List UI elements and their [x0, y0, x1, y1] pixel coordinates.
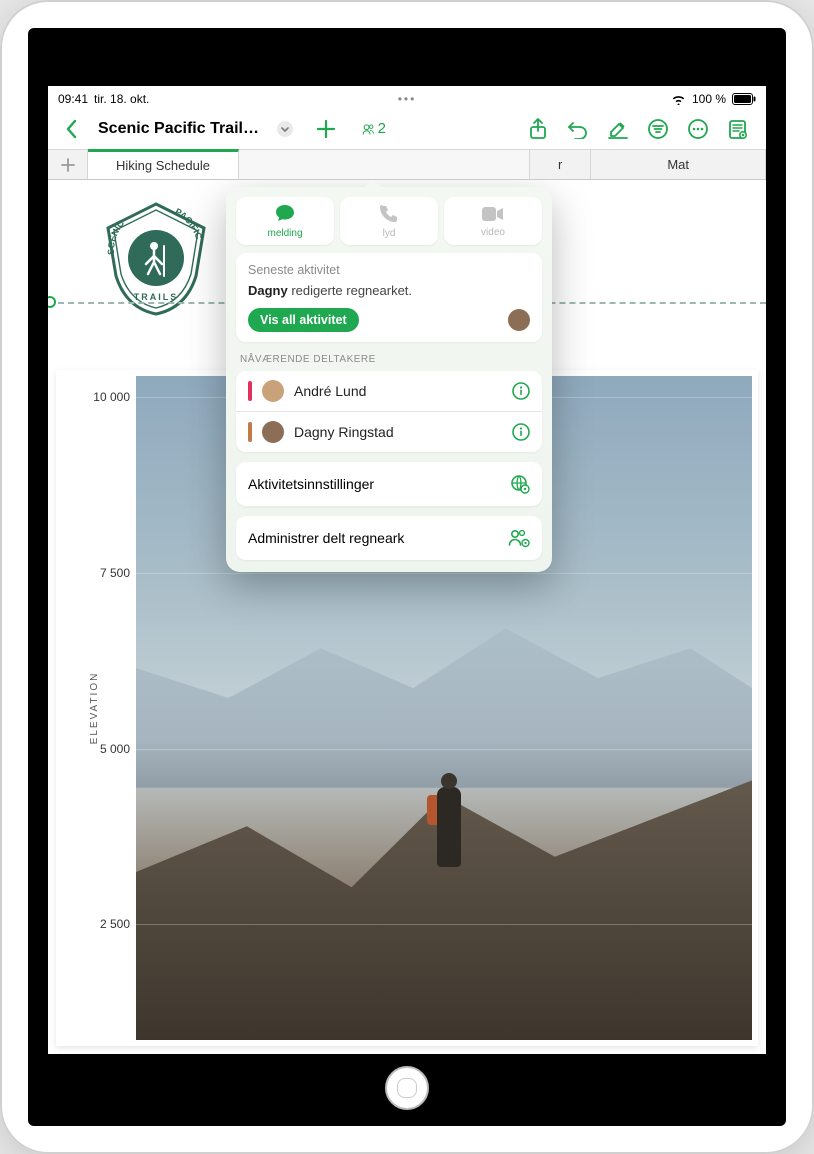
- selection-handle[interactable]: [48, 296, 56, 308]
- activity-settings-row[interactable]: Aktivitetsinnstillinger: [236, 462, 542, 506]
- video-label: video: [481, 227, 505, 238]
- activity-line: Dagny redigerte regnearket.: [248, 283, 530, 298]
- video-icon: [482, 205, 504, 226]
- manage-shared-row[interactable]: Administrer delt regneark: [236, 516, 542, 560]
- home-button[interactable]: [385, 1066, 429, 1110]
- sheet-tabs: Hiking Schedule r Mat: [48, 150, 766, 180]
- tab-label: r: [558, 157, 562, 172]
- app-toolbar: Scenic Pacific Trail Se... 2: [48, 108, 766, 150]
- status-time: 09:41: [58, 92, 88, 106]
- collaboration-button[interactable]: 2: [354, 112, 394, 146]
- more-button[interactable]: [678, 112, 718, 146]
- add-sheet-button[interactable]: [48, 150, 88, 179]
- collaborator-count: 2: [378, 120, 386, 137]
- phone-icon: [380, 204, 398, 227]
- info-icon[interactable]: [512, 423, 530, 441]
- y-axis-label: ELEVATION: [89, 672, 100, 745]
- participant-name: Dagny Ringstad: [294, 424, 394, 440]
- audio-label: lyd: [383, 228, 396, 239]
- globe-gear-icon: [510, 474, 530, 494]
- battery-icon: [732, 93, 756, 105]
- manage-shared-label: Administrer delt regneark: [248, 530, 404, 546]
- y-tick: 10 000: [86, 390, 130, 404]
- show-all-activity-button[interactable]: Vis all aktivitet: [248, 308, 359, 332]
- participant-row[interactable]: Dagny Ringstad: [236, 412, 542, 452]
- tab-hiking-schedule[interactable]: Hiking Schedule: [88, 149, 239, 179]
- svg-text:TRAILS: TRAILS: [134, 292, 179, 302]
- multitask-dots-icon[interactable]: •••: [398, 92, 417, 106]
- tab-label: Mat: [667, 157, 689, 172]
- people-gear-icon: [508, 528, 530, 548]
- wifi-icon: [671, 94, 686, 105]
- spreadsheet-canvas[interactable]: SCENIC PACIFIC TRAILS ELEVATION 10 000 7…: [48, 180, 766, 1054]
- share-button[interactable]: [518, 112, 558, 146]
- screen: 09:41 tir. 18. okt. ••• 100 %: [48, 86, 766, 1054]
- status-date: tir. 18. okt.: [94, 92, 149, 106]
- undo-button[interactable]: [558, 112, 598, 146]
- view-mode-button[interactable]: [718, 112, 758, 146]
- document-title[interactable]: Scenic Pacific Trail Se...: [94, 120, 264, 138]
- message-icon: [275, 204, 295, 227]
- participants-heading: NÅVÆRENDE DELTAKERE: [240, 354, 538, 365]
- y-tick: 5 000: [86, 742, 130, 756]
- recent-activity-card: Seneste aktivitet Dagny redigerte regnea…: [236, 253, 542, 342]
- message-label: melding: [267, 228, 302, 239]
- recent-activity-heading: Seneste aktivitet: [248, 263, 530, 277]
- screen-bezel: 09:41 tir. 18. okt. ••• 100 %: [28, 28, 786, 1126]
- battery-percent: 100 %: [692, 92, 726, 106]
- participant-avatar: [262, 421, 284, 443]
- participant-color: [248, 422, 252, 442]
- filter-button[interactable]: [638, 112, 678, 146]
- activity-actor: Dagny: [248, 283, 288, 298]
- ipad-device-frame: 09:41 tir. 18. okt. ••• 100 %: [0, 0, 814, 1154]
- collaboration-popover: melding lyd video: [226, 187, 552, 572]
- participant-avatar: [262, 380, 284, 402]
- format-brush-button[interactable]: [598, 112, 638, 146]
- tab-mat[interactable]: Mat: [591, 150, 766, 179]
- audio-pill[interactable]: lyd: [340, 197, 438, 245]
- tab-partial[interactable]: r: [529, 150, 591, 179]
- video-pill[interactable]: video: [444, 197, 542, 245]
- y-tick: 7 500: [86, 566, 130, 580]
- activity-avatar: [508, 309, 530, 331]
- status-bar: 09:41 tir. 18. okt. ••• 100 %: [48, 86, 766, 108]
- participant-color: [248, 381, 252, 401]
- info-icon[interactable]: [512, 382, 530, 400]
- add-button[interactable]: [306, 112, 346, 146]
- activity-settings-label: Aktivitetsinnstillinger: [248, 476, 374, 492]
- y-tick: 2 500: [86, 917, 130, 931]
- back-button[interactable]: [56, 112, 86, 146]
- trails-logo-badge: SCENIC PACIFIC TRAILS: [96, 198, 216, 318]
- tab-label: Hiking Schedule: [116, 158, 210, 173]
- message-pill[interactable]: melding: [236, 197, 334, 245]
- participant-row[interactable]: André Lund: [236, 371, 542, 412]
- participants-list: André Lund Dagny Ringstad: [236, 371, 542, 452]
- title-chevron-down-icon[interactable]: [272, 112, 298, 146]
- participant-name: André Lund: [294, 383, 366, 399]
- activity-text: redigerte regnearket.: [288, 283, 412, 298]
